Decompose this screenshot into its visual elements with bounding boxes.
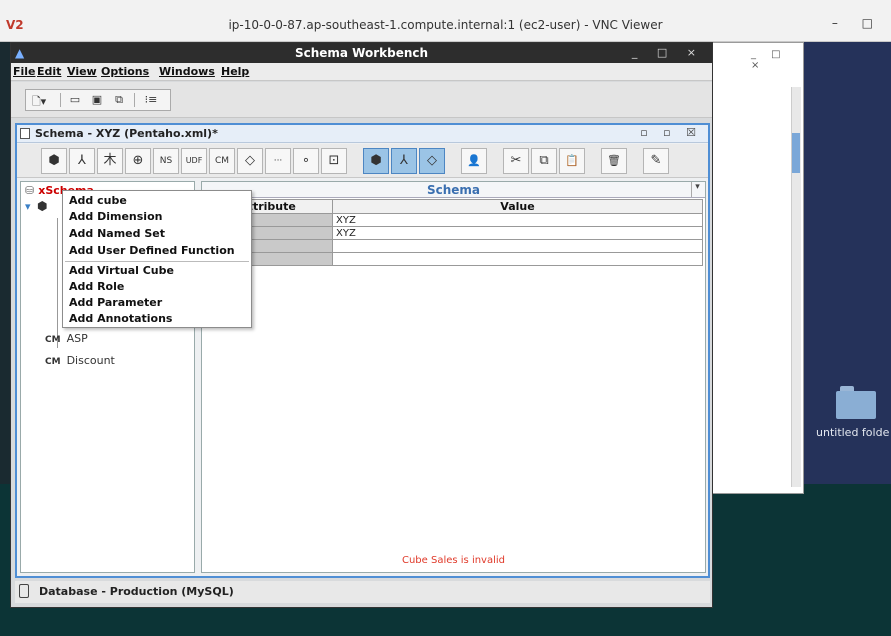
measure-icon[interactable]: ◇ <box>237 148 263 174</box>
vnc-window-controls[interactable]: – □ <box>832 16 883 30</box>
closure-icon[interactable]: ⊡ <box>321 148 347 174</box>
calculated-member-icon[interactable]: CM <box>209 148 235 174</box>
paste-icon[interactable]: 📋 <box>559 148 585 174</box>
role-icon[interactable]: 👤 <box>461 148 487 174</box>
value-cell[interactable]: XYZ <box>332 226 703 240</box>
calculated-member-tree-icon: CM <box>45 335 61 345</box>
menu-item-add-role[interactable]: Add Role <box>69 280 124 293</box>
tree-connector <box>57 218 58 348</box>
internal-frame-controls[interactable]: ▫ ▫ ☒ <box>640 126 702 139</box>
new-file-icon[interactable]: 🗋▾ <box>30 93 48 108</box>
value-cell[interactable] <box>332 252 703 266</box>
vnc-window-title: ip-10-0-0-87.ap-southeast-1.compute.inte… <box>228 18 663 32</box>
expand-icon[interactable]: ▾ <box>25 200 31 213</box>
folder-label[interactable]: untitled folde <box>816 426 889 439</box>
virtual-cube-icon[interactable]: ⬢ <box>363 148 389 174</box>
menu-bar: File Edit View Options Windows Help <box>11 63 712 81</box>
menu-view[interactable]: View <box>67 65 97 78</box>
database-status-text: Database - Production (MySQL) <box>39 585 234 598</box>
copy-toolbar-icon[interactable]: ⧉ <box>531 148 557 174</box>
validation-status: Cube Sales is invalid <box>401 555 506 566</box>
folder-icon[interactable] <box>836 386 876 420</box>
schema-header: Schema ▾ <box>202 182 705 198</box>
tree-node-discount[interactable]: CM Discount <box>45 354 115 367</box>
cut-icon[interactable]: ✂ <box>503 148 529 174</box>
virtual-measure-icon[interactable]: ◇ <box>419 148 445 174</box>
database-status-bar: Database - Production (MySQL) <box>15 581 710 603</box>
copy-icon[interactable]: ⧉ <box>110 93 128 107</box>
main-toolbar-group: 🗋▾ ▭ ▣ ⧉ ⁝≡ <box>25 89 171 111</box>
window-title-bar: ▲ Schema Workbench _ □ × <box>11 43 712 63</box>
attribute-table: Attribute Value XYZ n XYZ Caption e <box>202 199 703 266</box>
delete-icon[interactable]: 🗑 <box>601 148 627 174</box>
value-cell[interactable]: XYZ <box>332 213 703 227</box>
menu-help[interactable]: Help <box>221 65 249 78</box>
table-row[interactable]: XYZ <box>202 213 703 227</box>
menu-file[interactable]: File <box>13 65 36 78</box>
udf-icon[interactable]: UDF <box>181 148 207 174</box>
window-controls[interactable]: _ □ × <box>632 46 704 59</box>
level-icon[interactable]: ⊕ <box>125 148 151 174</box>
cube-node-icon[interactable]: ⬢ <box>37 199 47 213</box>
table-row[interactable]: Caption <box>202 239 703 253</box>
named-set-icon[interactable]: NS <box>153 148 179 174</box>
table-row[interactable]: e <box>202 252 703 266</box>
virtual-dimension-icon[interactable]: ⅄ <box>391 148 417 174</box>
parameter-icon[interactable]: ··· <box>265 148 291 174</box>
menu-item-add-dimension[interactable]: Add Dimension <box>69 210 162 223</box>
schema-header-label: Schema <box>426 183 481 197</box>
menu-item-add-annotations[interactable]: Add Annotations <box>69 312 172 325</box>
scrollbar-thumb[interactable] <box>792 133 800 173</box>
edit-icon[interactable]: ✎ <box>643 148 669 174</box>
dimension-icon[interactable]: ⅄ <box>69 148 95 174</box>
database-icon: ⛁ <box>25 184 35 197</box>
schema-icon[interactable]: ⁝≡ <box>142 93 160 107</box>
chevron-down-icon[interactable]: ▾ <box>691 182 703 197</box>
table-row[interactable]: n XYZ <box>202 226 703 240</box>
tree-node-asp[interactable]: CM ASP <box>45 332 88 345</box>
menu-separator <box>65 261 249 262</box>
hierarchy-icon[interactable]: ⽊ <box>97 148 123 174</box>
add-context-menu: Add cube Add Dimension Add Named Set Add… <box>62 190 252 328</box>
background-window[interactable]: _ □ × <box>712 42 804 494</box>
menu-windows[interactable]: Windows <box>159 65 215 78</box>
background-window-controls[interactable]: _ □ × <box>751 49 803 71</box>
menu-item-add-named-set[interactable]: Add Named Set <box>69 227 165 240</box>
column-header-value: Value <box>332 199 703 214</box>
property-icon[interactable]: ∘ <box>293 148 319 174</box>
document-icon <box>20 128 30 139</box>
menu-item-add-cube[interactable]: Add cube <box>69 194 127 207</box>
database-status-icon <box>19 584 29 598</box>
internal-frame-title: Schema - XYZ (Pentaho.xml)* <box>35 127 218 140</box>
schema-toolbar: ⬢ ⅄ ⽊ ⊕ NS UDF CM ◇ ··· ∘ ⊡ ⬢ ⅄ ◇ 👤 ✂ ⧉ … <box>17 144 708 178</box>
menu-edit[interactable]: Edit <box>37 65 61 78</box>
internal-frame-title-bar: Schema - XYZ (Pentaho.xml)* ▫ ▫ ☒ <box>17 125 708 143</box>
window-title: Schema Workbench <box>294 46 429 60</box>
menu-item-add-virtual-cube[interactable]: Add Virtual Cube <box>69 264 174 277</box>
main-toolbar: 🗋▾ ▭ ▣ ⧉ ⁝≡ <box>11 82 712 118</box>
open-icon[interactable]: ▭ <box>66 93 84 107</box>
tree-node-label: Discount <box>66 354 115 367</box>
value-cell[interactable] <box>332 239 703 253</box>
menu-options[interactable]: Options <box>101 65 149 78</box>
vnc-title-bar: V2 ip-10-0-0-87.ap-southeast-1.compute.i… <box>0 0 891 42</box>
calculated-member-tree-icon: CM <box>45 357 61 367</box>
menu-item-add-parameter[interactable]: Add Parameter <box>69 296 162 309</box>
save-icon[interactable]: ▣ <box>88 93 106 107</box>
attribute-panel: Schema ▾ Attribute Value XYZ n XYZ Capti… <box>201 181 706 573</box>
tree-node-label: ASP <box>66 332 88 345</box>
cube-icon[interactable]: ⬢ <box>41 148 67 174</box>
menu-item-add-udf[interactable]: Add User Defined Function <box>69 244 235 257</box>
